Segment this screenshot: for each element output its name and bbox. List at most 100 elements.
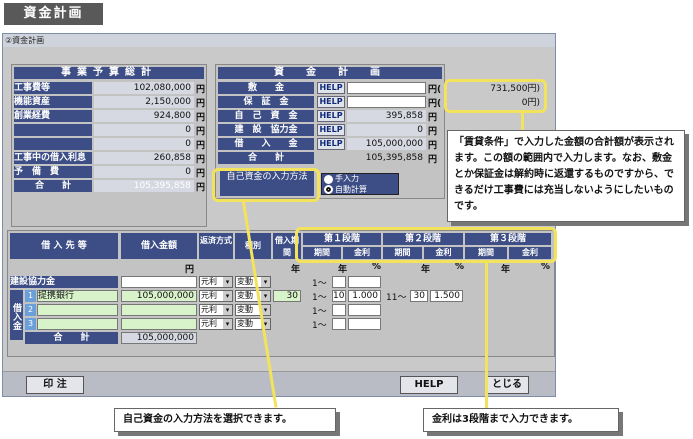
- window-title: ②資金計画: [3, 34, 555, 47]
- construction-coop-value: 0: [347, 124, 426, 136]
- callout-self-method: 自己資金の入力方法を選択できます。: [114, 408, 336, 432]
- unit-year: 年: [291, 265, 301, 275]
- funds-total-label: 合 計: [218, 152, 314, 164]
- loan-row-3-amount-input[interactable]: [121, 318, 197, 330]
- kyoryoku-amount-input[interactable]: [121, 276, 197, 288]
- budget-total-unit: 円: [196, 183, 206, 193]
- loan-row-1-p2-to-input[interactable]: 30: [410, 290, 428, 302]
- budget-row-0-label: 工事費等: [14, 82, 92, 94]
- loan-row-2-amount-input[interactable]: [121, 304, 197, 316]
- funds-row-4-label: 借 入 金: [218, 138, 314, 150]
- loan-total-value: 105,000,000: [121, 332, 197, 344]
- funds-row-0-label: 敷 金: [218, 82, 314, 94]
- budget-row-6-value: 0: [94, 166, 194, 178]
- loan-row-1-p1-to-input[interactable]: 10: [332, 290, 346, 302]
- col-lender: 借 入 先 等: [10, 233, 118, 259]
- funds-total-value: 105,395,858: [317, 152, 426, 164]
- bottom-bar: 印 注 HELP とじる: [3, 371, 555, 396]
- budget-total-label: 合 計: [14, 180, 92, 192]
- funds-header: 資 金 計 画: [218, 67, 442, 79]
- own-funds-value: 395,858: [347, 110, 426, 122]
- budget-row-3-value: 0: [94, 124, 194, 136]
- funds-row-1-help-button[interactable]: HELP: [317, 96, 345, 108]
- unit-s3-pct: %: [541, 262, 551, 272]
- loan-value: 105,000,000: [347, 138, 426, 150]
- loan-row-1-num: 1: [25, 290, 36, 302]
- funds-row-2-unit: 円: [428, 113, 438, 123]
- loan-row-3-method-select[interactable]: 元利: [199, 318, 233, 330]
- kyoryoku-label: 建設協力金: [10, 276, 118, 288]
- loan-row-1-r2-input[interactable]: 1.500: [430, 290, 463, 302]
- budget-row-6-unit: 円: [196, 169, 206, 179]
- kyoryoku-p1-to-input[interactable]: [332, 276, 346, 288]
- guarantee-input[interactable]: [347, 96, 426, 108]
- connector-top: [521, 113, 524, 131]
- loan-row-2-method-select[interactable]: 元利: [199, 304, 233, 316]
- loan-row-1-method-select[interactable]: 元利: [199, 290, 233, 302]
- kyoryoku-r1-input[interactable]: [348, 276, 381, 288]
- budget-row-5-label: 工事中の借入利息: [14, 152, 92, 164]
- loan-row-1-type-select[interactable]: 変動: [235, 290, 271, 302]
- loan-row-1-r1-input[interactable]: 1.000: [348, 290, 381, 302]
- budget-row-1-unit: 円: [196, 99, 206, 109]
- budget-row-5-value: 260,858: [94, 152, 194, 164]
- loan-row-3-num: 3: [25, 318, 36, 330]
- loan-row-3-r1-input[interactable]: [348, 318, 381, 330]
- loan-row-3-p1-to-input[interactable]: [332, 318, 346, 330]
- funds-row-0-help-button[interactable]: HELP: [317, 82, 345, 94]
- loan-row-1-period-input[interactable]: 30: [273, 290, 301, 302]
- section-tag: 資金計画: [4, 3, 103, 25]
- funds-row-1-label: 保 証 金: [218, 96, 314, 108]
- loan-row-2-r1-input[interactable]: [348, 304, 381, 316]
- unit-s3-year: 年: [501, 265, 511, 275]
- budget-header: 事業予算総計: [14, 67, 204, 79]
- print-button[interactable]: 印 注: [26, 376, 84, 394]
- loan-row-2-p1-from: 1〜: [312, 307, 327, 317]
- budget-row-0-value: 102,080,000: [94, 82, 194, 94]
- budget-row-4-value: 0: [94, 138, 194, 150]
- callout-amount-info: 「賃貸条件」で入力した金額の合計額が表示されます。この額の範囲内で入力します。な…: [447, 130, 685, 222]
- loan-row-2-type-select[interactable]: 変動: [235, 304, 271, 316]
- loan-row-3-lender-input[interactable]: [37, 318, 118, 330]
- close-button[interactable]: とじる: [485, 376, 529, 394]
- loan-row-2-p1-to-input[interactable]: [332, 304, 346, 316]
- deposit-input[interactable]: [347, 82, 426, 94]
- funds-row-3-unit: 円: [428, 127, 438, 137]
- funds-total-unit: 円: [428, 155, 438, 165]
- loan-row-1-p2-from: 11〜: [386, 293, 407, 303]
- loan-total-label: 合 計: [25, 332, 118, 344]
- callout-stages: 金利は3段階まで入力できます。: [423, 408, 619, 432]
- budget-row-1-label: 機能資産: [14, 96, 92, 108]
- help-button[interactable]: HELP: [400, 376, 458, 394]
- radio-manual-label: 手入力: [335, 174, 359, 183]
- loan-row-3-type-select[interactable]: 変動: [235, 318, 271, 330]
- radio-auto-label: 自動計算: [335, 185, 367, 194]
- funds-row-2-label: 自 己 資 金: [218, 110, 314, 122]
- budget-panel: 事業予算総計 工事費等 102,080,000 円 機能資産 2,150,000…: [11, 64, 207, 227]
- funds-row-3-help-button[interactable]: HELP: [317, 124, 345, 136]
- loan-row-2-num: 2: [25, 304, 36, 316]
- loan-row-2-lender-input[interactable]: [37, 304, 118, 316]
- loan-row-3-p1-from: 1〜: [312, 321, 327, 331]
- budget-row-1-value: 2,150,000: [94, 96, 194, 108]
- budget-row-2-unit: 円: [196, 113, 206, 123]
- budget-row-0-unit: 円: [196, 85, 206, 95]
- loan-row-1-lender-input[interactable]: 提携銀行: [37, 290, 118, 302]
- budget-row-3-unit: 円: [196, 127, 206, 137]
- unit-yen: 円: [185, 265, 195, 275]
- kyoryoku-method-select[interactable]: 元利: [199, 276, 233, 288]
- funds-row-4-help-button[interactable]: HELP: [317, 138, 345, 150]
- budget-row-5-unit: 円: [196, 155, 206, 165]
- budget-row-4-label: [14, 138, 92, 150]
- radio-auto[interactable]: [324, 185, 333, 194]
- highlight-self-method: [212, 168, 320, 202]
- guarantee-total-display: 0円): [521, 98, 540, 108]
- budget-total-value: 105,395,858: [94, 180, 194, 192]
- budget-row-2-value: 924,800: [94, 110, 194, 122]
- budget-row-3-label: [14, 124, 92, 136]
- highlight-stages: [295, 227, 557, 263]
- radio-manual[interactable]: [324, 175, 333, 184]
- funds-row-2-help-button[interactable]: HELP: [317, 110, 345, 122]
- budget-row-4-unit: 円: [196, 141, 206, 151]
- loan-row-1-amount-input[interactable]: 105,000,000: [121, 290, 197, 302]
